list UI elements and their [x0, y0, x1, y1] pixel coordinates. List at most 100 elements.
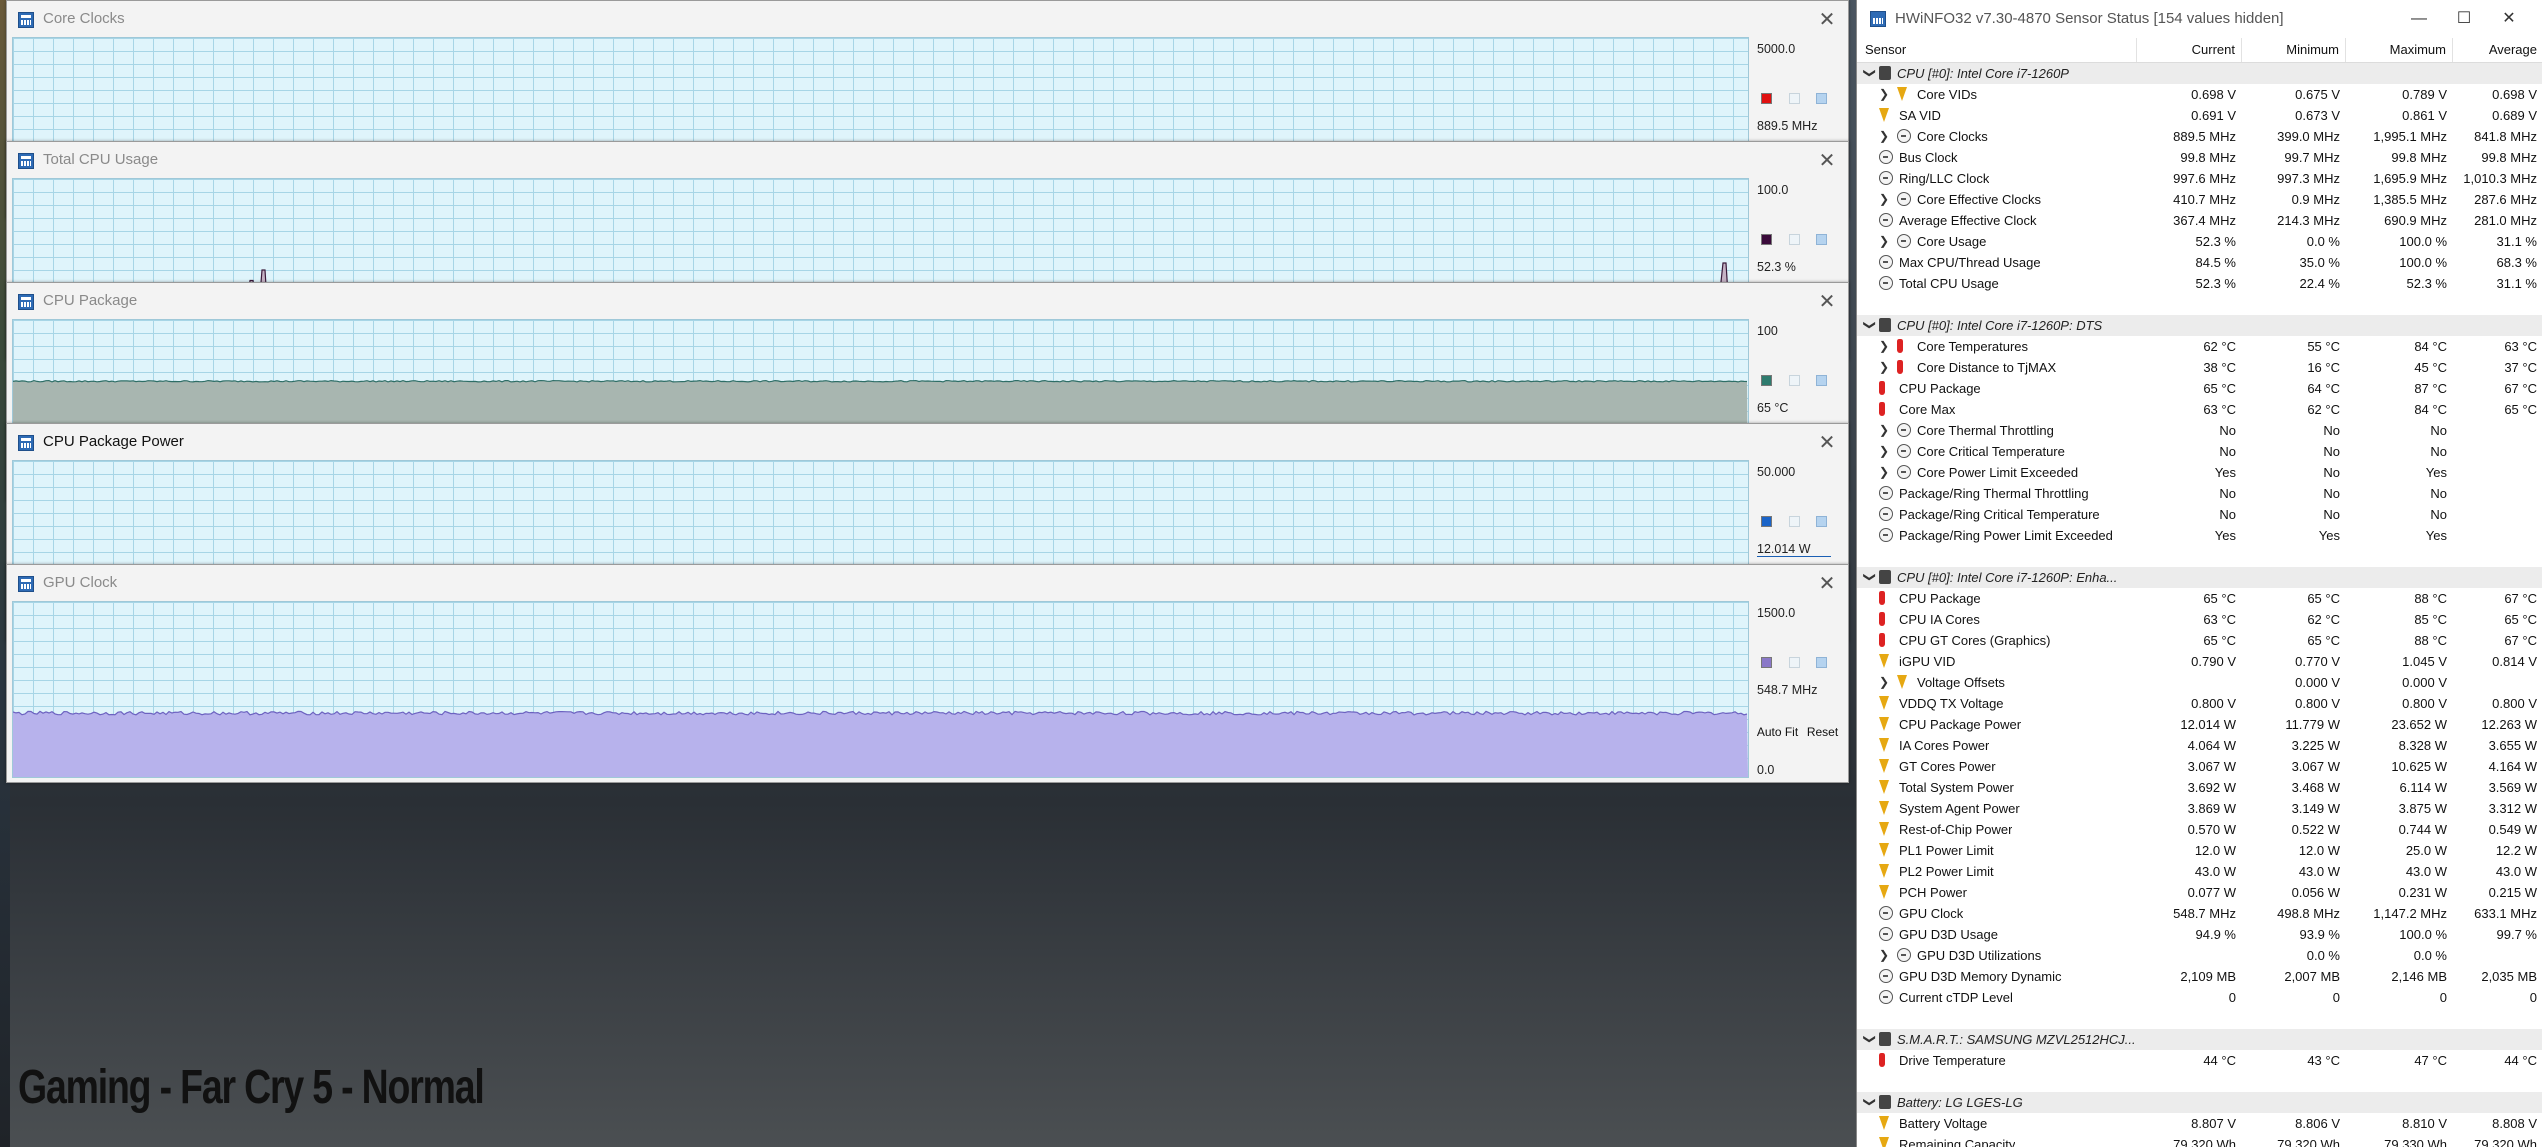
chevron-right-icon[interactable]: ❯: [1877, 444, 1891, 458]
sensor-row[interactable]: ❯ Core VIDs 0.698 V 0.675 V 0.789 V 0.69…: [1857, 84, 2542, 105]
sensor-group-row[interactable]: ❯ CPU [#0]: Intel Core i7-1260P: [1857, 63, 2542, 84]
grid-color-swatch[interactable]: [1816, 93, 1827, 104]
column-header-maximum[interactable]: Maximum: [2346, 38, 2453, 62]
chevron-right-icon[interactable]: ❯: [1877, 234, 1891, 248]
graph-titlebar[interactable]: CPU Package ✕: [7, 283, 1848, 319]
series-color-swatch[interactable]: [1761, 657, 1772, 668]
sensor-group-row[interactable]: ❯ CPU [#0]: Intel Core i7-1260P: DTS: [1857, 315, 2542, 336]
close-button[interactable]: ✕: [2489, 4, 2529, 34]
sensor-row[interactable]: iGPU VID 0.790 V 0.770 V 1.045 V 0.814 V: [1857, 651, 2542, 672]
column-header-minimum[interactable]: Minimum: [2242, 38, 2346, 62]
series-color-swatch[interactable]: [1761, 93, 1772, 104]
sensor-row[interactable]: IA Cores Power 4.064 W 3.225 W 8.328 W 3…: [1857, 735, 2542, 756]
sensor-row[interactable]: CPU Package Power 12.014 W 11.779 W 23.6…: [1857, 714, 2542, 735]
sensor-row[interactable]: Rest-of-Chip Power 0.570 W 0.522 W 0.744…: [1857, 819, 2542, 840]
series-color-swatch[interactable]: [1761, 516, 1772, 527]
sensor-window-titlebar[interactable]: HWiNFO32 v7.30-4870 Sensor Status [154 v…: [1857, 0, 2542, 38]
sensor-group-row[interactable]: ❯ CPU [#0]: Intel Core i7-1260P: Enha...: [1857, 567, 2542, 588]
minimize-button[interactable]: —: [2399, 4, 2439, 34]
sensor-row[interactable]: Bus Clock 99.8 MHz 99.7 MHz 99.8 MHz 99.…: [1857, 147, 2542, 168]
sensor-row[interactable]: ❯ Core Clocks 889.5 MHz 399.0 MHz 1,995.…: [1857, 126, 2542, 147]
sensor-row[interactable]: PL1 Power Limit 12.0 W 12.0 W 25.0 W 12.…: [1857, 840, 2542, 861]
series-color-swatch[interactable]: [1761, 375, 1772, 386]
chevron-right-icon[interactable]: ❯: [1877, 360, 1891, 374]
sensor-row[interactable]: GPU Clock 548.7 MHz 498.8 MHz 1,147.2 MH…: [1857, 903, 2542, 924]
sensor-row[interactable]: ❯ Core Power Limit Exceeded Yes No Yes: [1857, 462, 2542, 483]
graph-window-4[interactable]: GPU Clock ✕ 1500.0 548.7 MHz Auto Fit Re…: [6, 564, 1849, 783]
sensor-row[interactable]: ❯ Voltage Offsets 0.000 V 0.000 V: [1857, 672, 2542, 693]
sensor-row[interactable]: GT Cores Power 3.067 W 3.067 W 10.625 W …: [1857, 756, 2542, 777]
column-header-sensor[interactable]: Sensor: [1857, 38, 2137, 62]
sensor-row[interactable]: PCH Power 0.077 W 0.056 W 0.231 W 0.215 …: [1857, 882, 2542, 903]
sensor-row[interactable]: Package/Ring Thermal Throttling No No No: [1857, 483, 2542, 504]
chevron-right-icon[interactable]: ❯: [1877, 675, 1891, 689]
sensor-row[interactable]: VDDQ TX Voltage 0.800 V 0.800 V 0.800 V …: [1857, 693, 2542, 714]
sensor-row[interactable]: Drive Temperature 44 °C 43 °C 47 °C 44 °…: [1857, 1050, 2542, 1071]
background-color-swatch[interactable]: [1789, 657, 1800, 668]
sensor-row[interactable]: Battery Voltage 8.807 V 8.806 V 8.810 V …: [1857, 1113, 2542, 1134]
sensor-row[interactable]: SA VID 0.691 V 0.673 V 0.861 V 0.689 V: [1857, 105, 2542, 126]
sensor-row[interactable]: PL2 Power Limit 43.0 W 43.0 W 43.0 W 43.…: [1857, 861, 2542, 882]
grid-color-swatch[interactable]: [1816, 234, 1827, 245]
sensor-row[interactable]: Current cTDP Level 0 0 0 0: [1857, 987, 2542, 1008]
background-color-swatch[interactable]: [1789, 234, 1800, 245]
chevron-down-icon[interactable]: ❯: [1863, 1032, 1877, 1046]
sensor-row[interactable]: Package/Ring Critical Temperature No No …: [1857, 504, 2542, 525]
series-color-swatch[interactable]: [1761, 234, 1772, 245]
chevron-down-icon[interactable]: ❯: [1863, 1095, 1877, 1109]
close-icon[interactable]: ✕: [1814, 6, 1840, 32]
sensor-row[interactable]: Total CPU Usage 52.3 % 22.4 % 52.3 % 31.…: [1857, 273, 2542, 294]
graph-titlebar[interactable]: Total CPU Usage ✕: [7, 142, 1848, 178]
chevron-down-icon[interactable]: ❯: [1863, 66, 1877, 80]
background-color-swatch[interactable]: [1789, 93, 1800, 104]
background-color-swatch[interactable]: [1789, 516, 1800, 527]
background-color-swatch[interactable]: [1789, 375, 1800, 386]
close-icon[interactable]: ✕: [1814, 288, 1840, 314]
chevron-right-icon[interactable]: ❯: [1877, 129, 1891, 143]
sensor-row[interactable]: CPU GT Cores (Graphics) 65 °C 65 °C 88 °…: [1857, 630, 2542, 651]
grid-color-swatch[interactable]: [1816, 516, 1827, 527]
sensor-row[interactable]: GPU D3D Memory Dynamic 2,109 MB 2,007 MB…: [1857, 966, 2542, 987]
column-header-current[interactable]: Current: [2137, 38, 2242, 62]
sensor-group-row[interactable]: ❯ S.M.A.R.T.: SAMSUNG MZVL2512HCJ...: [1857, 1029, 2542, 1050]
graph-current-value[interactable]: 12.014 W: [1757, 542, 1831, 557]
sensor-row[interactable]: Core Max 63 °C 62 °C 84 °C 65 °C: [1857, 399, 2542, 420]
sensor-row[interactable]: Total System Power 3.692 W 3.468 W 6.114…: [1857, 777, 2542, 798]
sensor-row[interactable]: ❯ Core Critical Temperature No No No: [1857, 441, 2542, 462]
chevron-right-icon[interactable]: ❯: [1877, 87, 1891, 101]
close-icon[interactable]: ✕: [1814, 429, 1840, 455]
sensor-row[interactable]: Remaining Capacity 79.320 Wh 79.320 Wh 7…: [1857, 1134, 2542, 1147]
column-header-average[interactable]: Average: [2453, 38, 2542, 62]
sensor-row[interactable]: Max CPU/Thread Usage 84.5 % 35.0 % 100.0…: [1857, 252, 2542, 273]
sensor-row[interactable]: ❯ Core Effective Clocks 410.7 MHz 0.9 MH…: [1857, 189, 2542, 210]
sensor-status-window[interactable]: HWiNFO32 v7.30-4870 Sensor Status [154 v…: [1856, 0, 2542, 1147]
chevron-right-icon[interactable]: ❯: [1877, 192, 1891, 206]
chevron-down-icon[interactable]: ❯: [1863, 318, 1877, 332]
auto-fit-button[interactable]: Auto Fit: [1754, 722, 1801, 742]
chevron-right-icon[interactable]: ❯: [1877, 465, 1891, 479]
close-icon[interactable]: ✕: [1814, 570, 1840, 596]
sensor-row[interactable]: ❯ Core Thermal Throttling No No No: [1857, 420, 2542, 441]
close-icon[interactable]: ✕: [1814, 147, 1840, 173]
reset-button[interactable]: Reset: [1803, 722, 1842, 742]
sensor-row[interactable]: Ring/LLC Clock 997.6 MHz 997.3 MHz 1,695…: [1857, 168, 2542, 189]
chevron-down-icon[interactable]: ❯: [1863, 570, 1877, 584]
graph-titlebar[interactable]: GPU Clock ✕: [7, 565, 1848, 601]
sensor-group-row[interactable]: ❯ Battery: LG LGES-LG: [1857, 1092, 2542, 1113]
grid-color-swatch[interactable]: [1816, 657, 1827, 668]
sensor-row[interactable]: Average Effective Clock 367.4 MHz 214.3 …: [1857, 210, 2542, 231]
chevron-right-icon[interactable]: ❯: [1877, 339, 1891, 353]
sensor-row[interactable]: ❯ Core Distance to TjMAX 38 °C 16 °C 45 …: [1857, 357, 2542, 378]
sensor-row[interactable]: CPU Package 65 °C 64 °C 87 °C 67 °C: [1857, 378, 2542, 399]
graph-titlebar[interactable]: CPU Package Power ✕: [7, 424, 1848, 460]
chevron-right-icon[interactable]: ❯: [1877, 948, 1891, 962]
chevron-right-icon[interactable]: ❯: [1877, 423, 1891, 437]
sensor-row[interactable]: GPU D3D Usage 94.9 % 93.9 % 100.0 % 99.7…: [1857, 924, 2542, 945]
sensor-row[interactable]: CPU IA Cores 63 °C 62 °C 85 °C 65 °C: [1857, 609, 2542, 630]
grid-color-swatch[interactable]: [1816, 375, 1827, 386]
sensor-row[interactable]: ❯ Core Temperatures 62 °C 55 °C 84 °C 63…: [1857, 336, 2542, 357]
maximize-button[interactable]: ☐: [2444, 4, 2484, 34]
sensor-row[interactable]: Package/Ring Power Limit Exceeded Yes Ye…: [1857, 525, 2542, 546]
sensor-row[interactable]: System Agent Power 3.869 W 3.149 W 3.875…: [1857, 798, 2542, 819]
sensor-row[interactable]: CPU Package 65 °C 65 °C 88 °C 67 °C: [1857, 588, 2542, 609]
